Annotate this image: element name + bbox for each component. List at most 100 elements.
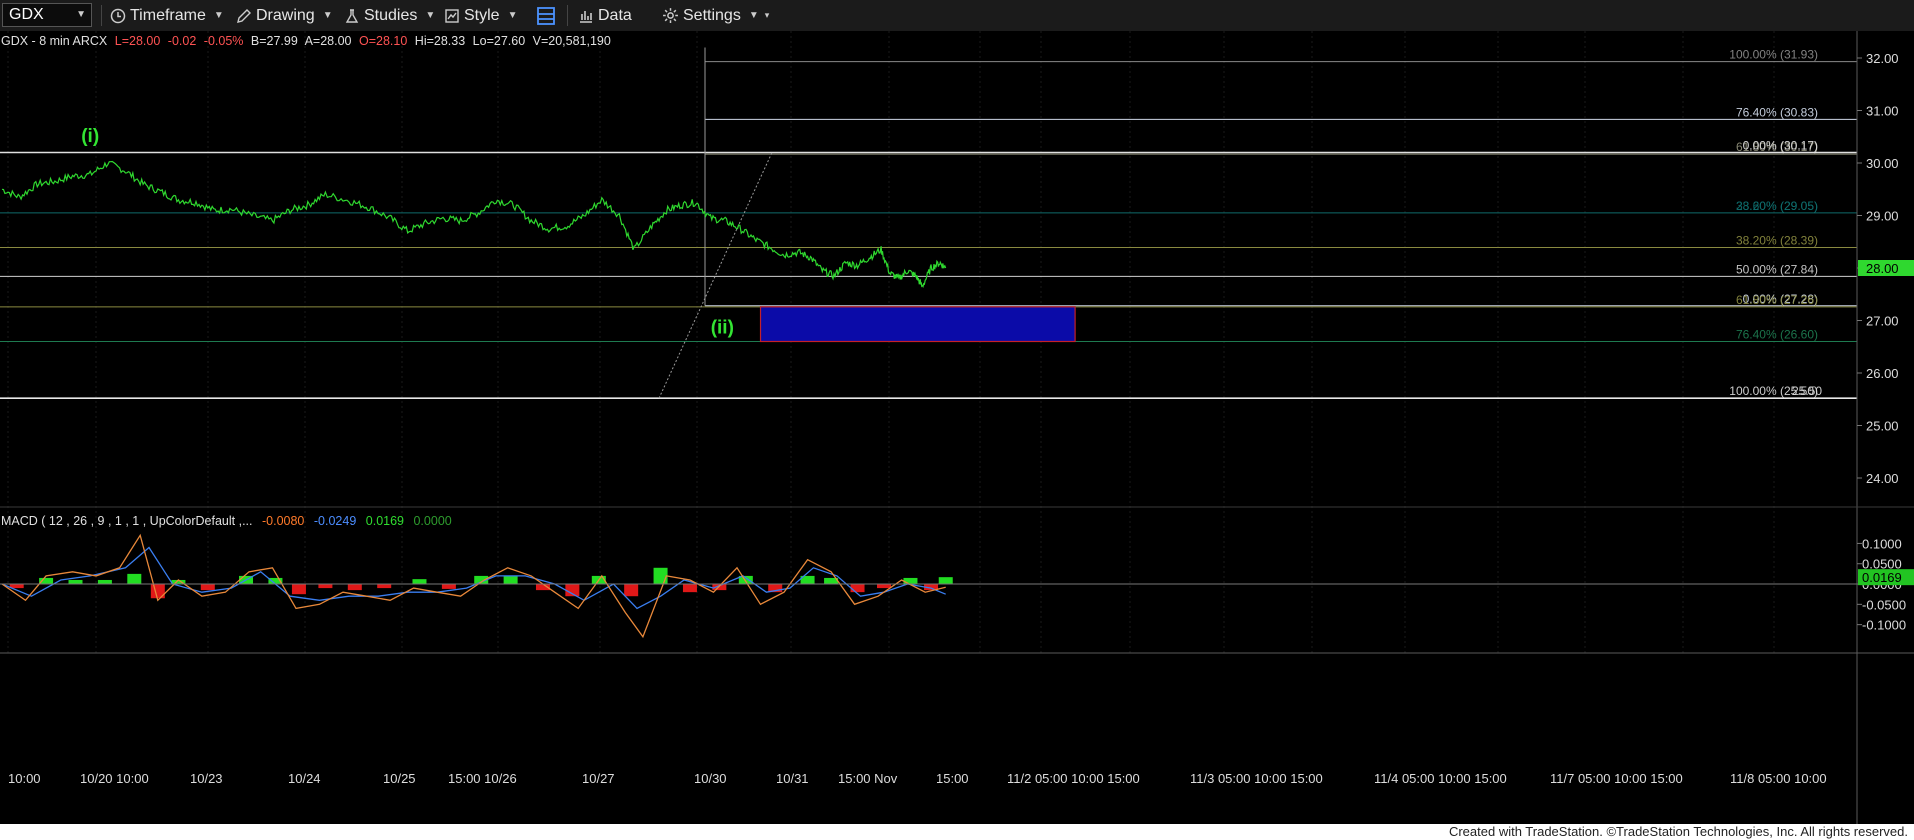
macd-histogram-bar: [850, 584, 865, 593]
pencil-icon: [237, 8, 251, 23]
macd-header: MACD ( 12 , 26 , 9 , 1 , 1 , UpColorDefa…: [1, 514, 452, 528]
x-tick-label: 11/7 05:00 10:00 15:00: [1550, 771, 1683, 786]
macd-histogram-bar: [938, 577, 953, 585]
chevron-down-icon: ▼: [425, 10, 436, 21]
macd-histogram-bar: [347, 584, 362, 591]
zero-value: 0.0000: [413, 514, 451, 528]
macd-histogram-bar: [412, 579, 427, 585]
macd-histogram-bar: [68, 579, 83, 585]
price-header: GDX - 8 min ARCX L=28.00 -0.02 -0.05% B=…: [1, 34, 611, 48]
svg-text:MACD ( 12 , 26 , 9 , 1 , 1 , U: MACD ( 12 , 26 , 9 , 1 , 1 , UpColorDefa…: [1, 514, 452, 528]
x-tick-label: 10/30: [694, 771, 727, 786]
y-tick-label: 24.00: [1866, 471, 1899, 486]
x-tick-label: 10/24: [288, 771, 321, 786]
macd-y-tick-label: -0.1000: [1862, 618, 1906, 633]
layout-icon: [537, 6, 555, 25]
y-tick-label: 27.00: [1866, 314, 1899, 329]
x-tick-label: 10/31: [776, 771, 809, 786]
svg-text:GDX - 8 min ARCX L=28.0: GDX - 8 min ARCX L=28.00 -0.02 -0.05% B=…: [1, 34, 611, 48]
fib-label: 50.00% (27.84): [1736, 262, 1818, 276]
macd-y-tick-label: 0.1000: [1862, 536, 1902, 551]
style-icon: [445, 8, 459, 23]
chevron-down-icon: ▾: [764, 10, 770, 20]
data-button[interactable]: Data: [578, 0, 632, 31]
flask-icon: [345, 8, 359, 23]
x-tick-label: 15:00 10/26: [448, 771, 517, 786]
y-tick-label: 29.00: [1866, 209, 1899, 224]
x-tick-label: 10/25: [383, 771, 416, 786]
macd-value: -0.0080: [262, 514, 304, 528]
fib-label: 0.00% (30.17): [1743, 139, 1818, 153]
x-tick-label: 10/27: [582, 771, 615, 786]
chevron-down-icon: ▼: [213, 10, 224, 21]
chart-background: [0, 31, 1914, 824]
chart-area[interactable]: 100.00% (31.93)76.40% (30.83)61.80% (30.…: [0, 31, 1914, 824]
settings-button[interactable]: Settings ▼ ▾: [662, 0, 769, 31]
toolbar: GDX ▼ Timeframe ▼ Drawing ▼ Studies ▼ St…: [0, 0, 1914, 32]
x-tick-label: 10/20 10:00: [80, 771, 149, 786]
footer: Created with TradeStation. ©TradeStation…: [0, 824, 1914, 840]
x-tick-label: 15:00 Nov: [838, 771, 898, 786]
style-label: Style: [464, 6, 500, 24]
x-tick-label: 11/8 05:00 10:00: [1730, 771, 1827, 786]
copyright-text: Created with TradeStation. ©TradeStation…: [1448, 824, 1908, 839]
x-tick-label: 11/3 05:00 10:00 15:00: [1190, 771, 1323, 786]
bid-price: B=27.99: [251, 34, 298, 48]
x-tick-label: 11/2 05:00 10:00 15:00: [1007, 771, 1140, 786]
low-price: Lo=27.60: [473, 34, 526, 48]
x-tick-label: 15:00: [936, 771, 969, 786]
macd-histogram-bar: [318, 584, 333, 589]
data-label: Data: [598, 6, 632, 24]
macd-histogram-bar: [503, 575, 518, 585]
toolbar-divider: [567, 5, 568, 26]
settings-label: Settings: [683, 6, 741, 24]
studies-button[interactable]: Studies ▼: [344, 0, 435, 31]
macd-last-label: 0.0169: [1862, 570, 1902, 585]
histogram-value: 0.0169: [366, 514, 404, 528]
drawing-label: Drawing: [256, 6, 315, 24]
fib-label: 76.40% (30.83): [1736, 105, 1818, 119]
open-price: O=28.10: [359, 34, 407, 48]
style-button[interactable]: Style ▼: [444, 0, 517, 31]
wave-label: (ii): [711, 318, 734, 339]
chevron-down-icon: ▼: [322, 10, 333, 21]
clock-icon: [110, 8, 126, 23]
symbol-name: GDX - 8 min ARCX: [1, 34, 108, 48]
fib-label: 61.80% (27.26): [1736, 293, 1818, 307]
fib-label: 38.20% (28.39): [1736, 234, 1818, 248]
macd-histogram-bar: [441, 584, 456, 589]
y-tick-label: 30.00: [1866, 156, 1899, 171]
macd-histogram-bar: [682, 584, 697, 593]
macd-histogram-bar: [903, 577, 918, 585]
layout-button[interactable]: [536, 0, 560, 31]
macd-histogram-bar: [377, 584, 392, 589]
macd-histogram-bar: [653, 567, 668, 585]
signal-value: -0.0249: [314, 514, 356, 528]
y-tick-label: 25.00: [1866, 419, 1899, 434]
net-change: -0.02: [168, 34, 197, 48]
macd-y-tick-label: -0.0500: [1862, 597, 1906, 612]
chevron-down-icon: ▼: [76, 9, 86, 20]
chevron-down-icon: ▼: [748, 10, 759, 21]
drawing-button[interactable]: Drawing ▼: [236, 0, 333, 31]
macd-histogram-bar: [624, 584, 639, 597]
volume: V=20,581,190: [533, 34, 611, 48]
macd-label: MACD ( 12 , 26 , 9 , 1 , 1 , UpColorDefa…: [1, 514, 253, 528]
timeframe-button[interactable]: Timeframe ▼: [110, 0, 224, 31]
x-tick-label: 10/23: [190, 771, 223, 786]
fib-label: 25.50: [1792, 384, 1822, 398]
last-price: L=28.00: [115, 34, 161, 48]
fib-label: 100.00% (31.93): [1729, 48, 1818, 62]
wave-label: (i): [81, 126, 99, 147]
macd-histogram-bar: [291, 584, 306, 595]
chevron-down-icon: ▼: [507, 10, 518, 21]
symbol-input[interactable]: GDX ▼: [2, 3, 92, 27]
x-tick-label: 11/4 05:00 10:00 15:00: [1374, 771, 1507, 786]
y-tick-label: 26.00: [1866, 366, 1899, 381]
high-price: Hi=28.33: [415, 34, 465, 48]
studies-label: Studies: [364, 6, 418, 24]
fib-label: 76.40% (26.60): [1736, 328, 1818, 342]
timeframe-label: Timeframe: [130, 6, 206, 24]
bar-chart-icon: [580, 10, 592, 23]
fib-label: 23.60% (29.05): [1736, 199, 1818, 213]
